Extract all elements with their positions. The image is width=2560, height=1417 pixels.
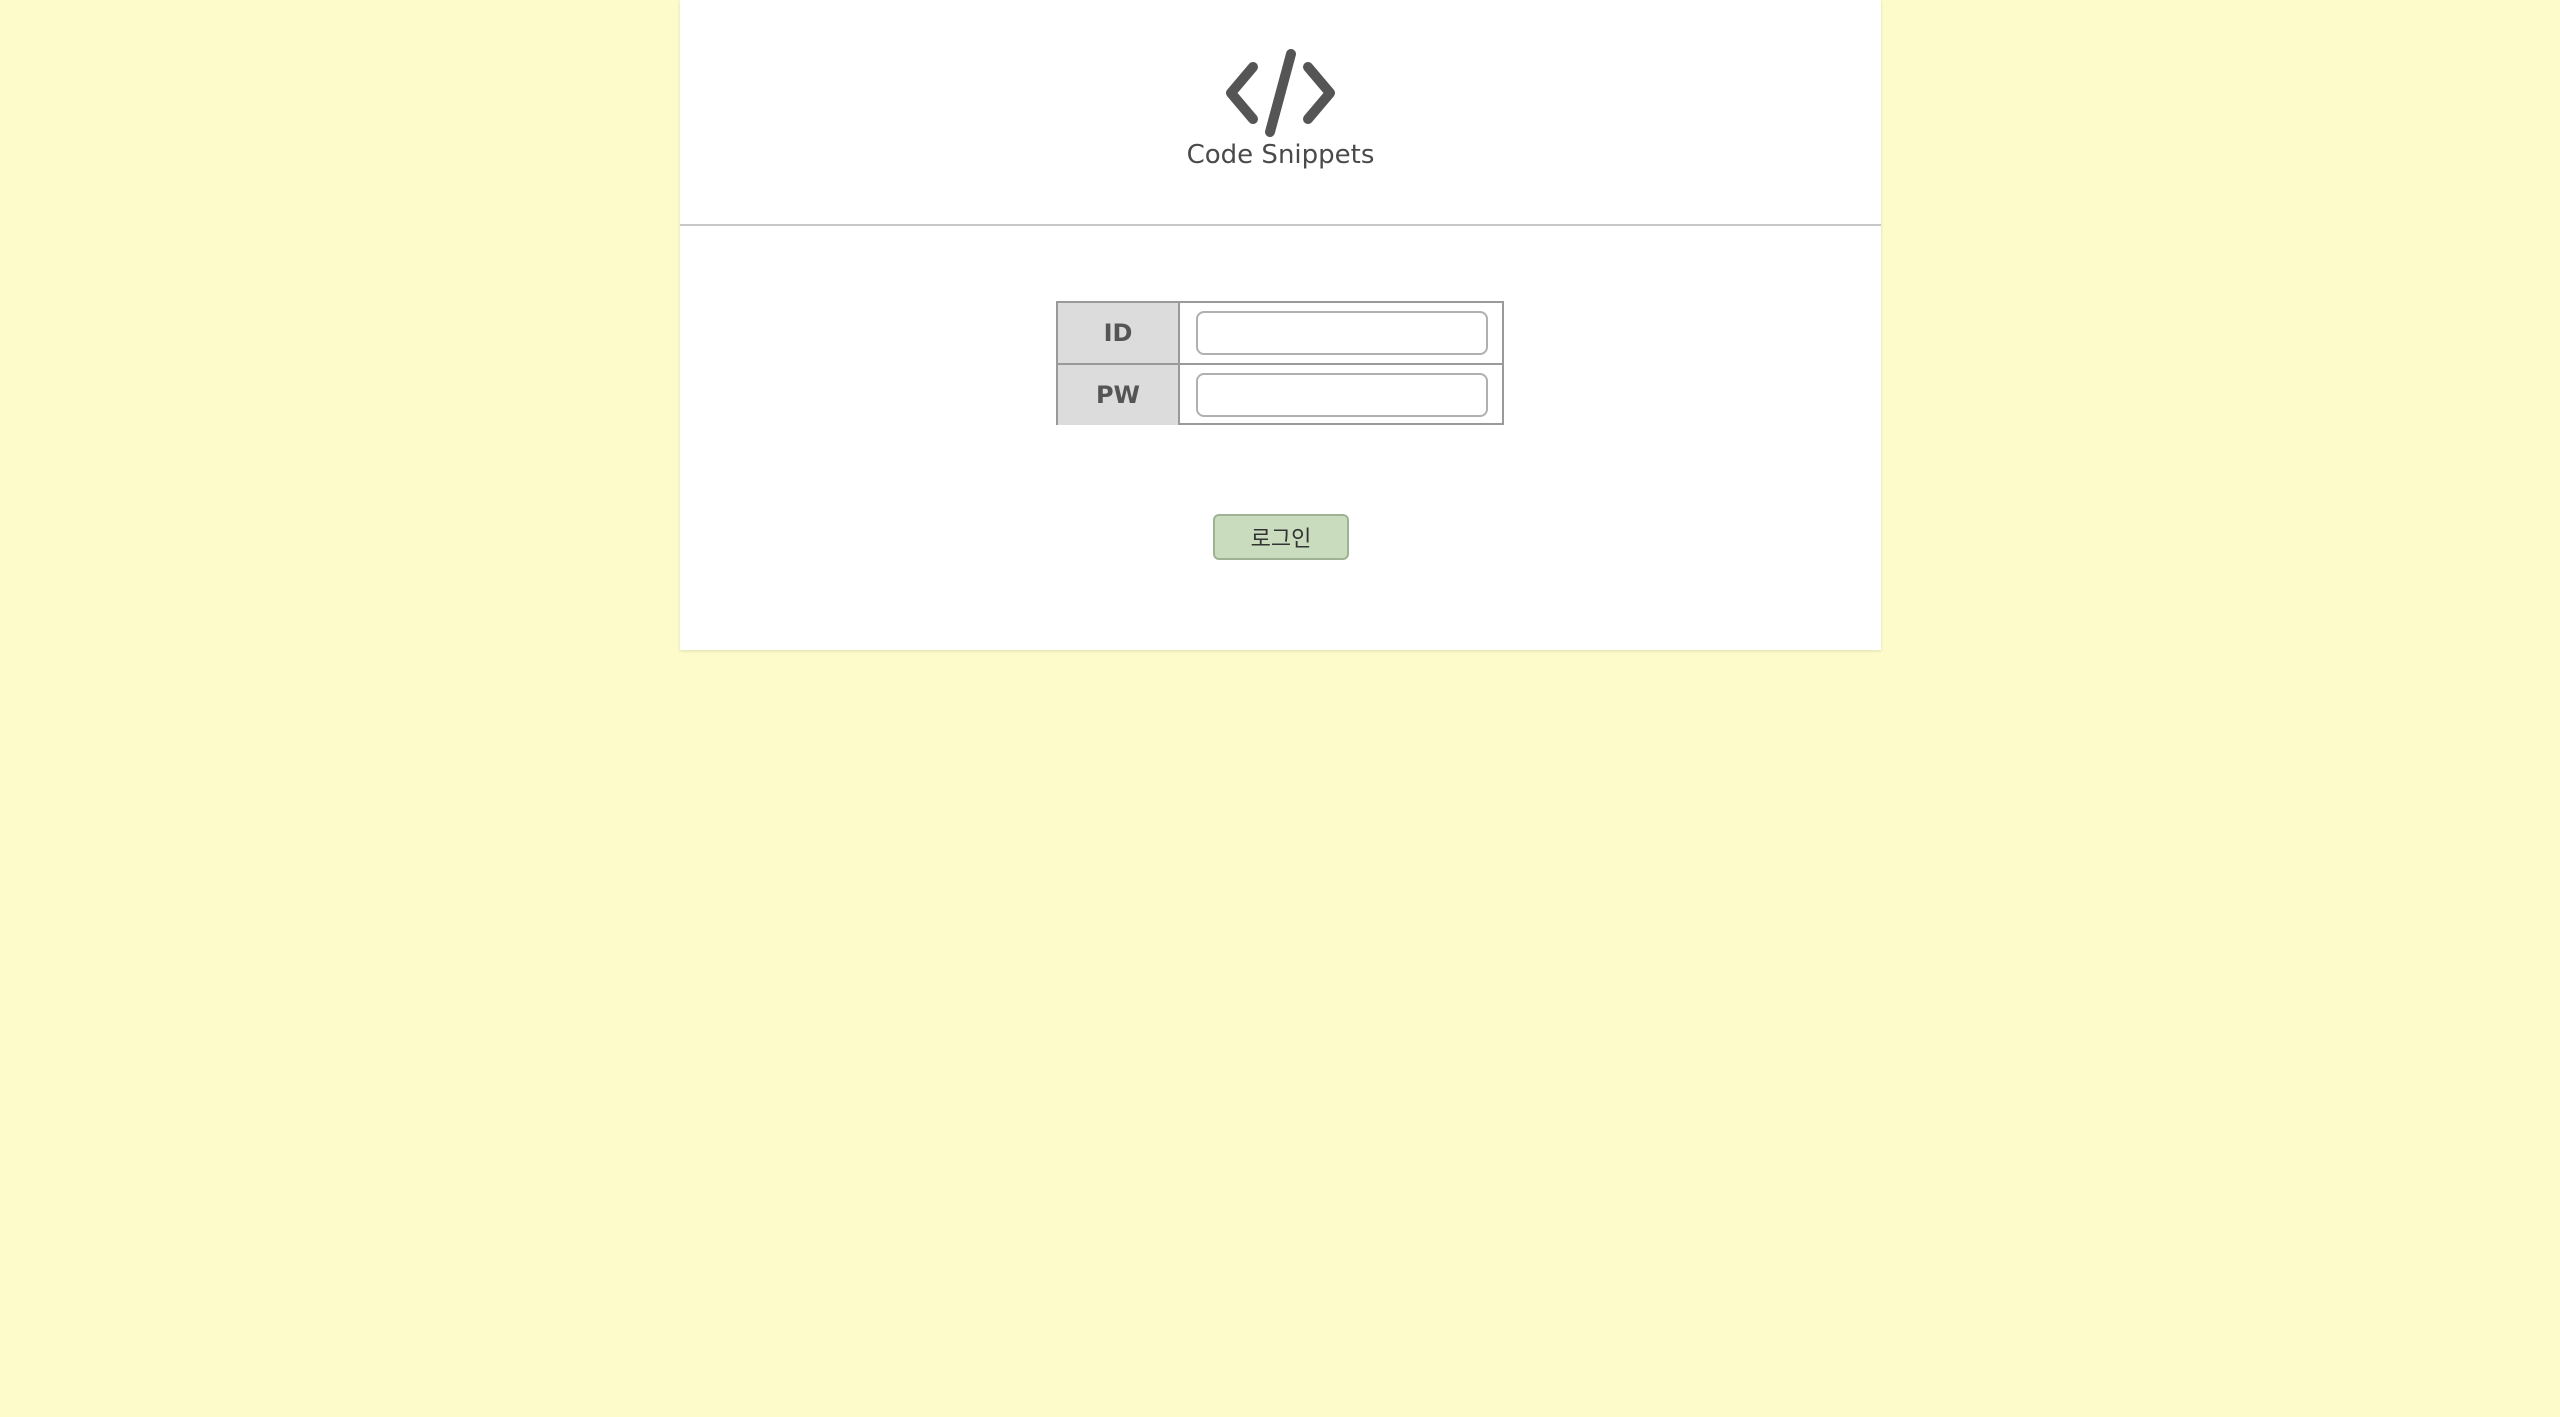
site-header: Code Snippets — [680, 0, 1881, 226]
id-label: ID — [1058, 303, 1180, 363]
id-row: ID — [1058, 303, 1502, 365]
pw-row: PW — [1058, 365, 1502, 425]
login-button[interactable]: 로그인 — [1213, 514, 1349, 560]
pw-label: PW — [1058, 365, 1180, 425]
login-form: ID PW — [1056, 301, 1504, 425]
site-title: Code Snippets — [1186, 140, 1375, 170]
password-input[interactable] — [1196, 373, 1488, 417]
login-card: Code Snippets ID PW 로그인 — [680, 0, 1881, 650]
code-brackets-icon — [1226, 49, 1335, 137]
id-input[interactable] — [1196, 311, 1488, 355]
